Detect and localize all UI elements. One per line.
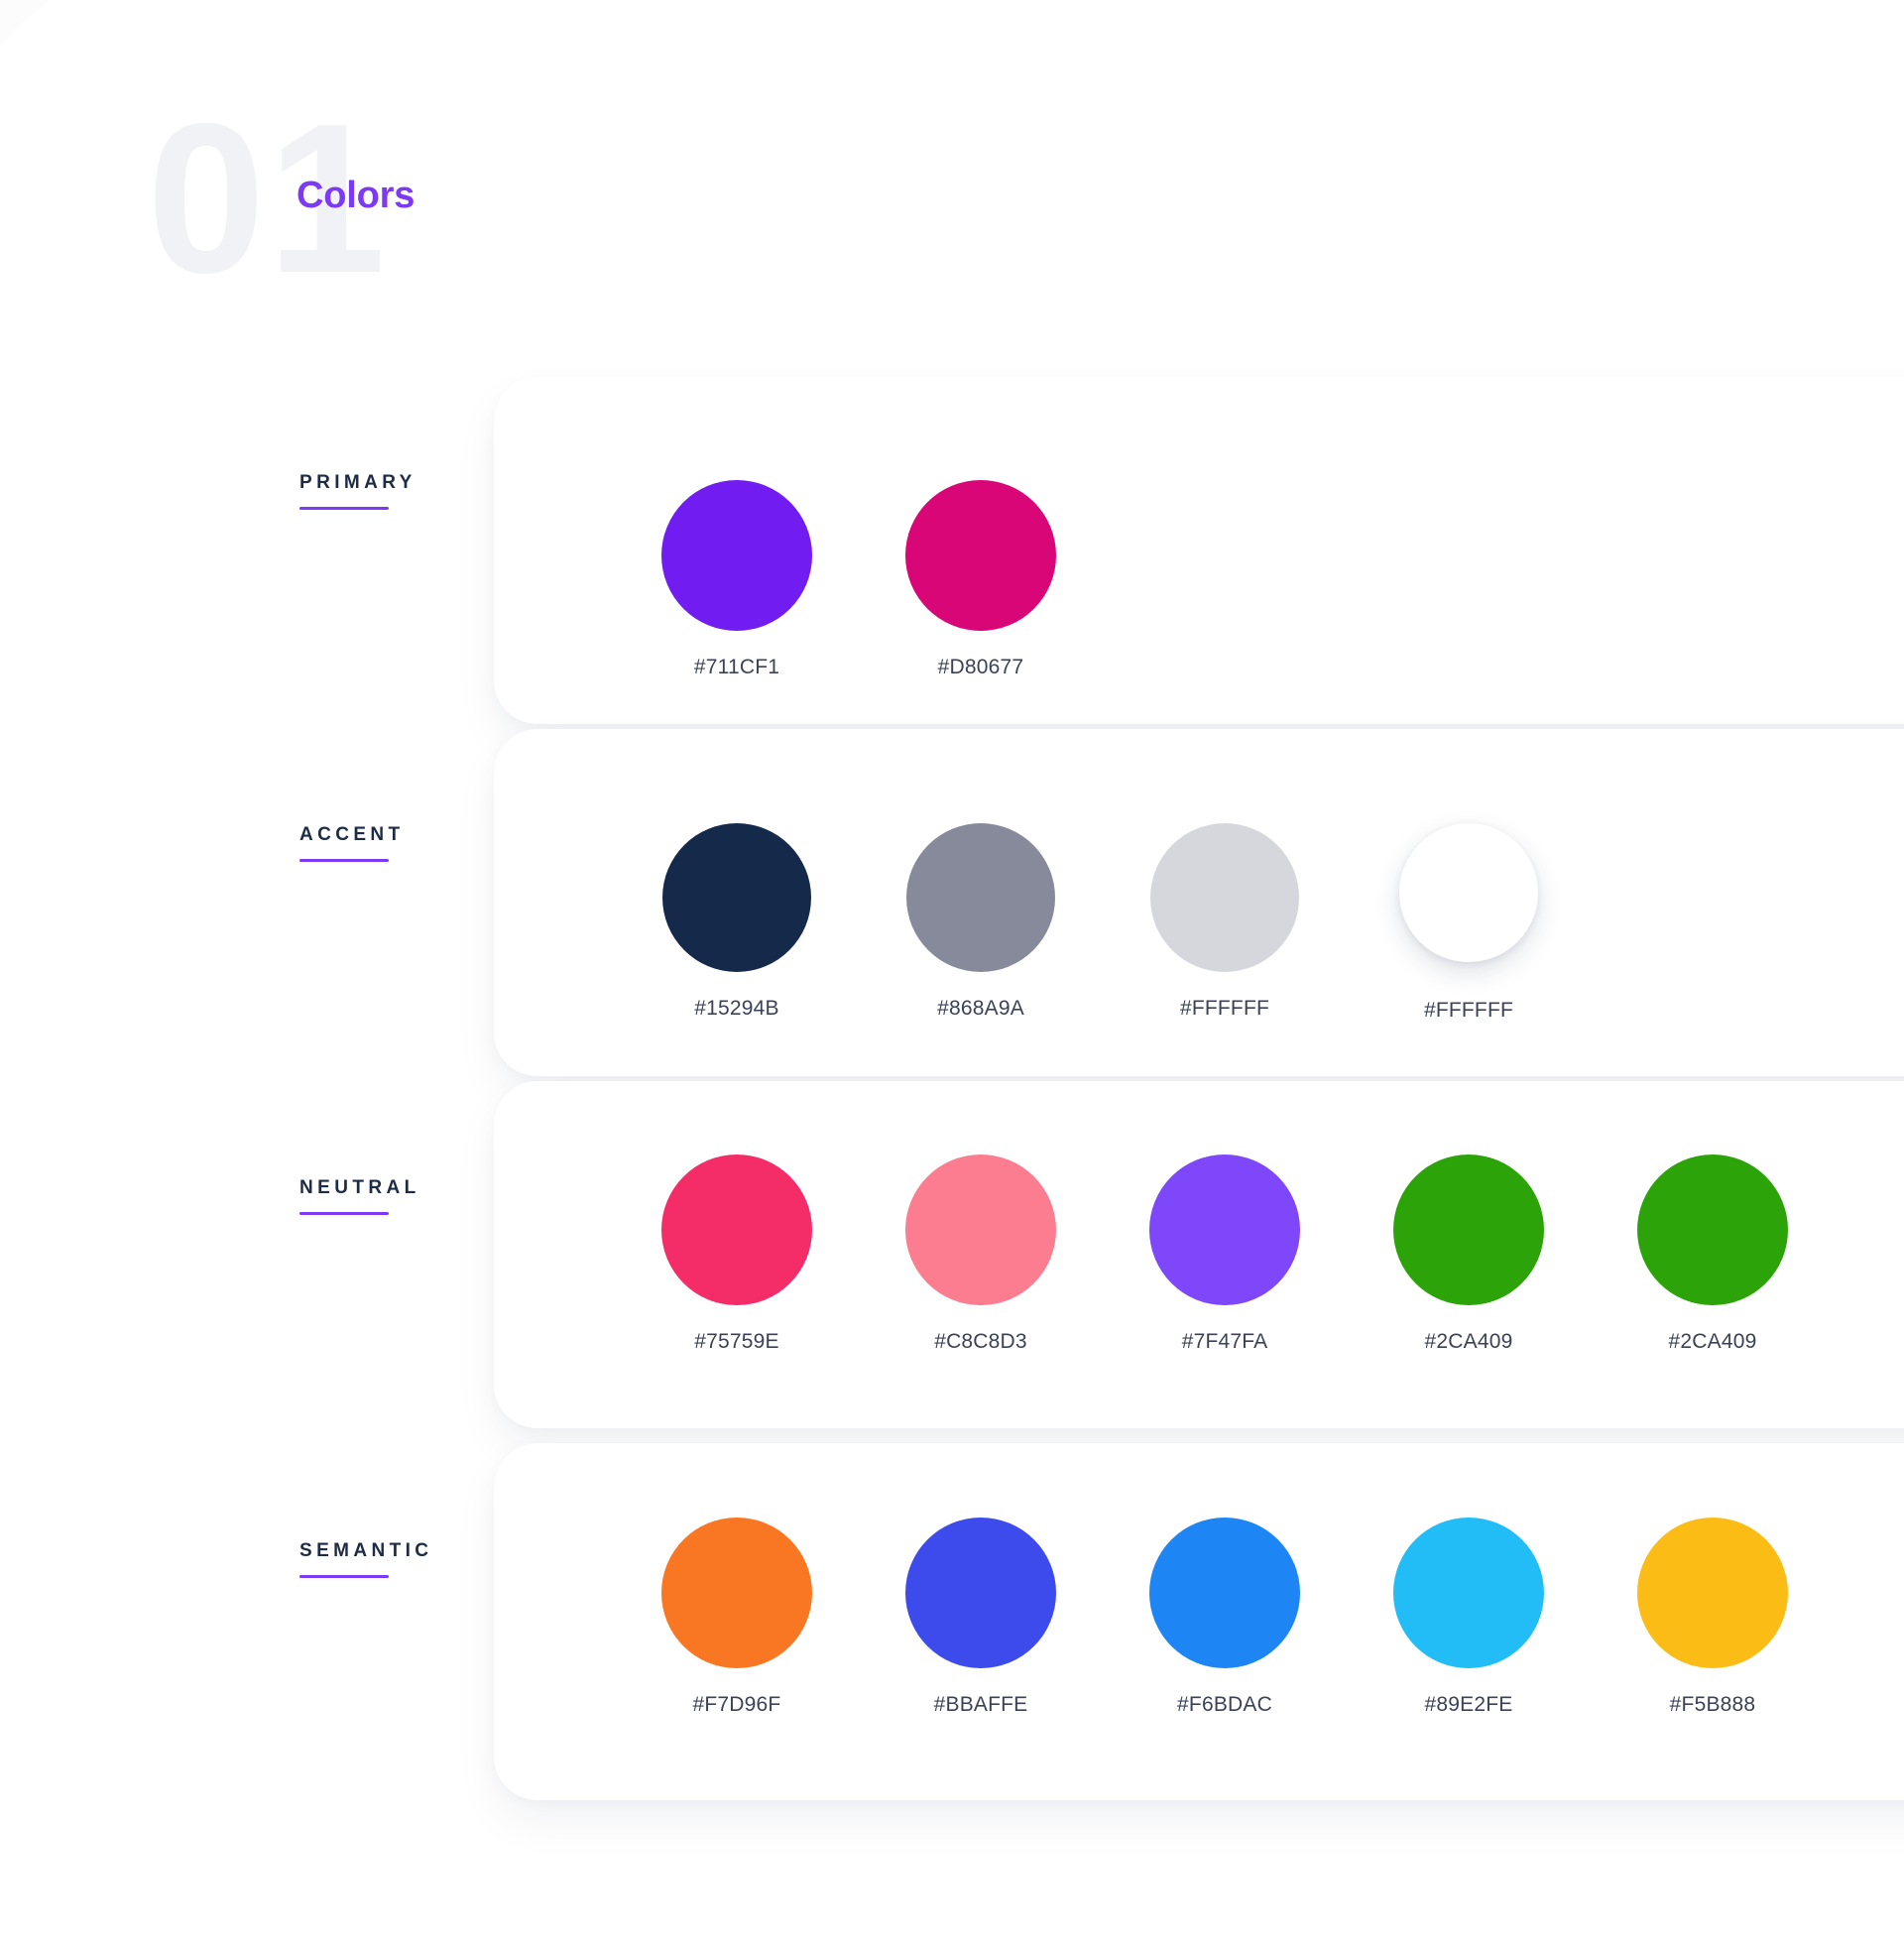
color-swatch[interactable]: #D80677 <box>859 480 1103 677</box>
row-label-group: NEUTRAL <box>299 1178 420 1215</box>
color-swatch[interactable]: #F6BDAC <box>1103 1518 1347 1715</box>
swatch-hex-label: #BBAFFE <box>933 1693 1028 1716</box>
swatch-circle[interactable] <box>1393 1518 1544 1668</box>
color-swatch[interactable]: #F5B888 <box>1591 1518 1835 1715</box>
color-swatch[interactable]: #2CA409 <box>1591 1155 1835 1352</box>
swatch-strip: #15294B #868A9A #FFFFFF #FFFFFF <box>615 823 1591 1021</box>
color-swatch[interactable]: #7F47FA <box>1103 1155 1347 1352</box>
row-label-underline <box>299 1212 389 1215</box>
swatch-circle[interactable] <box>1150 823 1299 972</box>
swatch-hex-label: #15294B <box>694 997 779 1020</box>
swatch-hex-label: #89E2FE <box>1424 1693 1513 1716</box>
color-swatch[interactable]: #FFFFFF <box>1103 823 1347 1019</box>
swatch-hex-label: #F5B888 <box>1669 1693 1756 1716</box>
color-swatch[interactable]: #C8C8D3 <box>859 1155 1103 1352</box>
color-swatch[interactable]: #F7D96F <box>615 1518 859 1715</box>
row-label-underline <box>299 1575 389 1578</box>
swatch-hex-label: #711CF1 <box>693 656 780 678</box>
swatch-hex-label: #C8C8D3 <box>934 1330 1027 1353</box>
swatch-circle[interactable] <box>1637 1155 1788 1305</box>
color-swatch[interactable]: #15294B <box>615 823 859 1019</box>
row-label: SEMANTIC <box>299 1540 433 1561</box>
swatch-circle[interactable] <box>1393 1155 1544 1305</box>
row-label-group: PRIMARY <box>299 473 416 510</box>
color-swatch[interactable]: #2CA409 <box>1347 1155 1591 1352</box>
swatch-hex-label: #F6BDAC <box>1177 1693 1272 1716</box>
swatch-circle[interactable] <box>1149 1518 1300 1668</box>
swatch-hex-label: #7F47FA <box>1181 1330 1268 1353</box>
swatch-circle[interactable] <box>1149 1155 1300 1305</box>
swatch-hex-label: #D80677 <box>937 656 1024 678</box>
swatch-strip: #F7D96F #BBAFFE #F6BDAC #89E2FE #F5B888 <box>615 1518 1835 1715</box>
swatch-hex-label: #2CA409 <box>1424 1330 1513 1353</box>
swatch-circle[interactable] <box>661 1518 812 1668</box>
color-swatch[interactable]: #89E2FE <box>1347 1518 1591 1715</box>
swatch-circle[interactable] <box>905 480 1056 631</box>
page-root: 01 Colors PRIMARY #711CF1 #D80677 ACCENT #15… <box>0 0 1904 1945</box>
row-label: ACCENT <box>299 824 405 845</box>
swatch-hex-label: #2CA409 <box>1668 1330 1757 1353</box>
swatch-circle[interactable] <box>1637 1518 1788 1668</box>
swatch-hex-label: #FFFFFF <box>1179 997 1270 1020</box>
row-label-group: SEMANTIC <box>299 1541 432 1578</box>
swatch-hex-label: #F7D96F <box>692 1693 781 1716</box>
row-label: NEUTRAL <box>299 1177 420 1198</box>
row-label-underline <box>299 507 389 510</box>
color-swatch[interactable]: #75759E <box>615 1155 859 1352</box>
row-label: PRIMARY <box>299 472 416 493</box>
swatch-hex-label: #868A9A <box>937 997 1024 1020</box>
swatch-hex-label: #FFFFFF <box>1423 999 1514 1022</box>
row-label-underline <box>299 859 389 862</box>
swatch-circle[interactable] <box>661 1155 812 1305</box>
swatch-circle[interactable] <box>662 823 811 972</box>
swatch-circle[interactable] <box>906 823 1055 972</box>
color-swatch[interactable]: #868A9A <box>859 823 1103 1019</box>
swatch-circle[interactable] <box>1399 823 1538 962</box>
swatch-strip: #75759E #C8C8D3 #7F47FA #2CA409 #2CA409 <box>615 1155 1835 1352</box>
color-swatch[interactable]: #BBAFFE <box>859 1518 1103 1715</box>
swatch-strip: #711CF1 #D80677 <box>615 480 1103 677</box>
swatch-circle[interactable] <box>905 1155 1056 1305</box>
swatch-circle[interactable] <box>661 480 812 631</box>
page-title: Colors <box>297 175 416 216</box>
page-header: 01 Colors <box>0 0 1904 337</box>
swatch-hex-label: #75759E <box>694 1330 779 1353</box>
row-label-group: ACCENT <box>299 825 405 862</box>
swatch-circle[interactable] <box>905 1518 1056 1668</box>
color-swatch[interactable]: #FFFFFF <box>1347 823 1591 1021</box>
color-swatch[interactable]: #711CF1 <box>615 480 859 677</box>
